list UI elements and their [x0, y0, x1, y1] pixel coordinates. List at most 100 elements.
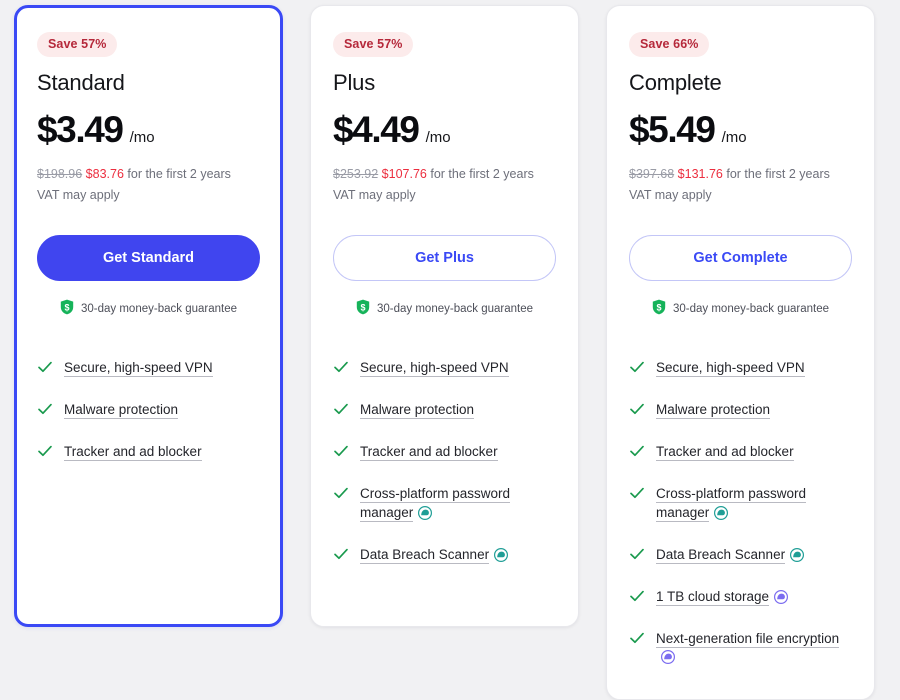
discounted-price: $107.76 — [381, 167, 427, 181]
feature-text-wrap: Malware protection — [360, 400, 475, 419]
feature-label[interactable]: Malware protection — [64, 401, 179, 419]
feature-badge-teal-icon[interactable] — [714, 505, 729, 525]
plan-card-standard[interactable]: Save 57% Standard $3.49/mo $198.96 $83.76 f… — [14, 5, 283, 627]
price-amount: $4.49 — [333, 109, 420, 150]
feature-text-wrap: Tracker and ad blocker — [360, 442, 498, 461]
feature-text-wrap: Next-generation file encryption — [656, 629, 852, 669]
price-detail: $253.92 $107.76 for the first 2 years — [333, 165, 556, 184]
check-icon — [629, 401, 645, 422]
price-amount: $5.49 — [629, 109, 716, 150]
feature-item: 1 TB cloud storage — [629, 587, 852, 609]
money-back-guarantee: $30-day money-back guarantee — [333, 299, 556, 320]
feature-badge-teal-icon[interactable] — [418, 505, 433, 525]
feature-item: Data Breach Scanner — [629, 545, 852, 567]
plan-name: Plus — [333, 70, 375, 95]
check-icon — [333, 485, 349, 506]
feature-item: Cross-platform password manager — [629, 484, 852, 525]
feature-text-wrap: Tracker and ad blocker — [64, 442, 202, 461]
plan-name: Complete — [629, 70, 722, 95]
feature-item: Malware protection — [629, 400, 852, 422]
feature-label[interactable]: Tracker and ad blocker — [656, 443, 794, 461]
price-period: /mo — [425, 129, 451, 146]
feature-item: Data Breach Scanner — [333, 545, 556, 567]
guarantee-label: 30-day money-back guarantee — [81, 303, 237, 316]
pricing-plans-row: Save 57% Standard $3.49/mo $198.96 $83.76 f… — [0, 0, 900, 700]
feature-text-wrap: Data Breach Scanner — [656, 545, 805, 567]
original-price: $397.68 — [629, 167, 675, 181]
feature-list: Secure, high-speed VPN Malware protection… — [333, 344, 556, 567]
feature-text-wrap: Cross-platform password manager — [656, 484, 852, 525]
original-price: $253.92 — [333, 167, 379, 181]
feature-label[interactable]: Secure, high-speed VPN — [64, 359, 213, 377]
price-period: /mo — [721, 129, 747, 146]
feature-item: Cross-platform password manager — [333, 484, 556, 525]
cta-button-complete[interactable]: Get Complete — [629, 234, 852, 281]
feature-label[interactable]: Next-generation file encryption — [656, 630, 840, 648]
check-icon — [37, 359, 53, 380]
feature-text-wrap: Secure, high-speed VPN — [360, 358, 509, 377]
price-detail: $198.96 $83.76 for the first 2 years — [37, 165, 260, 184]
feature-badge-purple-icon[interactable] — [660, 650, 676, 669]
price-period: /mo — [129, 129, 155, 146]
guarantee-label: 30-day money-back guarantee — [377, 303, 533, 316]
feature-label[interactable]: Data Breach Scanner — [656, 546, 786, 564]
feature-label[interactable]: 1 TB cloud storage — [656, 588, 770, 606]
plan-card-complete[interactable]: Save 66% Complete $5.49/mo $397.68 $131.76 … — [606, 5, 875, 700]
check-icon — [333, 546, 349, 567]
feature-item: Tracker and ad blocker — [333, 442, 556, 464]
check-icon — [629, 546, 645, 567]
feature-item: Malware protection — [333, 400, 556, 422]
discounted-price: $131.76 — [677, 167, 723, 181]
money-back-shield-icon: $ — [652, 299, 666, 320]
feature-label[interactable]: Malware protection — [656, 401, 771, 419]
check-icon — [37, 443, 53, 464]
feature-text-wrap: Secure, high-speed VPN — [656, 358, 805, 377]
feature-label[interactable]: Cross-platform password manager — [360, 485, 511, 522]
feature-text-wrap: Tracker and ad blocker — [656, 442, 794, 461]
plan-name: Standard — [37, 70, 125, 95]
feature-badge-teal-icon[interactable] — [790, 547, 805, 567]
original-price: $198.96 — [37, 167, 83, 181]
feature-label[interactable]: Tracker and ad blocker — [360, 443, 498, 461]
feature-text-wrap: Cross-platform password manager — [360, 484, 556, 525]
check-icon — [333, 359, 349, 380]
feature-label[interactable]: Malware protection — [360, 401, 475, 419]
check-icon — [629, 443, 645, 464]
plan-card-plus[interactable]: Save 57% Plus $4.49/mo $253.92 $107.76 for … — [310, 5, 579, 627]
feature-badge-teal-icon[interactable] — [494, 547, 509, 567]
feature-item: Secure, high-speed VPN — [333, 358, 556, 380]
feature-item: Malware protection — [37, 400, 260, 422]
save-badge: Save 66% — [629, 32, 710, 57]
svg-text:$: $ — [64, 302, 69, 312]
cta-button-plus[interactable]: Get Plus — [333, 234, 556, 281]
feature-label[interactable]: Secure, high-speed VPN — [360, 359, 509, 377]
feature-label[interactable]: Cross-platform password manager — [656, 485, 807, 522]
feature-badge-purple-icon[interactable] — [774, 589, 789, 609]
price-term-text: for the first 2 years — [127, 167, 231, 181]
feature-label[interactable]: Data Breach Scanner — [360, 546, 490, 564]
feature-text-wrap: Secure, high-speed VPN — [64, 358, 213, 377]
save-badge: Save 57% — [333, 32, 414, 57]
feature-text-wrap: Malware protection — [64, 400, 179, 419]
feature-item: Secure, high-speed VPN — [37, 358, 260, 380]
feature-label[interactable]: Tracker and ad blocker — [64, 443, 202, 461]
check-icon — [629, 359, 645, 380]
check-icon — [333, 443, 349, 464]
guarantee-label: 30-day money-back guarantee — [673, 303, 829, 316]
vat-note: VAT may apply — [333, 188, 416, 203]
check-icon — [629, 485, 645, 506]
feature-item: Next-generation file encryption — [629, 629, 852, 669]
cta-button-standard[interactable]: Get Standard — [37, 234, 260, 281]
price-amount: $3.49 — [37, 109, 124, 150]
check-icon — [629, 588, 645, 609]
check-icon — [37, 401, 53, 422]
feature-text-wrap: Data Breach Scanner — [360, 545, 509, 567]
svg-text:$: $ — [656, 302, 661, 312]
money-back-shield-icon: $ — [60, 299, 74, 320]
feature-list: Secure, high-speed VPN Malware protection… — [37, 344, 260, 464]
feature-label[interactable]: Secure, high-speed VPN — [656, 359, 805, 377]
feature-text-wrap: 1 TB cloud storage — [656, 587, 789, 609]
check-icon — [333, 401, 349, 422]
feature-item: Tracker and ad blocker — [37, 442, 260, 464]
money-back-shield-icon: $ — [356, 299, 370, 320]
